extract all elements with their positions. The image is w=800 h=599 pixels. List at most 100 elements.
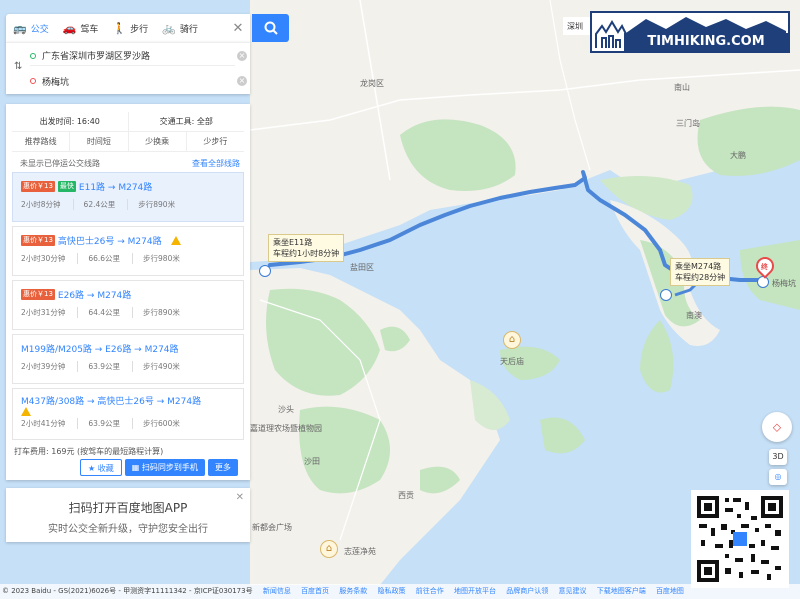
tab-recommended[interactable]: 推荐路线 — [12, 132, 69, 151]
mode-bike[interactable]: 🚲 骑行 — [155, 14, 205, 42]
qr-pattern-icon — [695, 494, 785, 584]
tab-shortest-time[interactable]: 时间短 — [69, 132, 127, 151]
walk-icon: 🚶 — [112, 21, 127, 35]
route-distance: 63.9公里 — [77, 418, 120, 429]
locate-button[interactable]: ◎ — [769, 469, 787, 485]
map-label-nanao: 南澳 — [686, 311, 702, 320]
route-title: M199路/M205路 → E26路 → M274路 — [21, 344, 179, 355]
callout-line: 乘坐M274路 — [675, 262, 722, 271]
favorite-button[interactable]: ★ 收藏 — [80, 459, 122, 476]
route-callout-e11: 乘坐E11路 车程约1小时8分钟 — [268, 234, 345, 262]
route-time: 2小时39分钟 — [21, 362, 66, 371]
route-option[interactable]: M437路/308路 → 高快巴士26号 → M274路 2小时41分钟 63.… — [12, 388, 244, 440]
departure-select[interactable]: 出发时间: 16:40 — [12, 112, 128, 131]
app-promo: 扫码打开百度地图APP 实时公交全新升级，守护您安全出行 ✕ — [6, 488, 250, 542]
start-dot-icon — [30, 52, 36, 59]
route-distance: 62.4公里 — [72, 199, 115, 210]
sort-tabs: 推荐路线 时间短 少换乘 少步行 — [12, 132, 244, 152]
mode-label: 公交 — [30, 24, 49, 35]
footer-link[interactable]: 地图开放平台 — [454, 587, 496, 595]
bus-icon: 🚌 — [13, 21, 27, 35]
mountain-peaks-icon — [626, 17, 786, 33]
route-option[interactable]: M199路/M205路 → E26路 → M274路 2小时39分钟 63.9公… — [12, 334, 244, 384]
tab-less-walking[interactable]: 少步行 — [185, 132, 244, 151]
more-button[interactable]: 更多 — [207, 459, 238, 476]
footer-link[interactable]: 品牌商户认领 — [506, 587, 548, 595]
map-label-sheung: 沙头 — [278, 405, 294, 414]
tab-fewer-transfers[interactable]: 少换乘 — [127, 132, 186, 151]
route-walk: 步行980米 — [132, 253, 180, 264]
footer-link[interactable]: 百度地图 — [656, 587, 684, 595]
route-walk: 步行890米 — [132, 307, 180, 318]
temple-marker-icon[interactable]: ⌂ — [320, 540, 338, 558]
footer-link[interactable]: 服务条款 — [339, 587, 367, 595]
mode-label: 驾车 — [80, 24, 99, 35]
footer-link[interactable]: 下载地图客户端 — [597, 587, 646, 595]
favorite-label: 收藏 — [97, 464, 114, 473]
route-time: 2小时30分钟 — [21, 254, 66, 263]
route-time: 2小时31分钟 — [21, 308, 66, 317]
qr-code — [691, 490, 789, 588]
route-title: 高快巴士26号 → M274路 — [57, 236, 162, 247]
car-icon: 🚗 — [62, 21, 77, 35]
scan-to-phone-button[interactable]: ▦ 扫码同步到手机 — [124, 459, 205, 476]
logo-text: TIMHIKING.COM — [624, 33, 788, 51]
route-walk: 步行890米 — [127, 199, 175, 210]
route-walk: 步行600米 — [132, 418, 180, 429]
footer-link[interactable]: 前往合作 — [416, 587, 444, 595]
end-field[interactable]: 杨梅坑 × — [30, 71, 247, 91]
mountain-logo-icon — [595, 20, 627, 48]
clear-icon[interactable]: × — [237, 76, 247, 86]
swap-icon[interactable]: ⇅ — [14, 61, 22, 72]
transport-select[interactable]: 交通工具: 全部 — [127, 112, 245, 131]
footer-link[interactable]: 百度首页 — [301, 587, 329, 595]
route-title: M437路/308路 → 高快巴士26号 → M274路 — [21, 396, 202, 407]
footer-link[interactable]: 新闻信息 — [263, 587, 291, 595]
route-distance: 64.4公里 — [77, 307, 120, 318]
callout-line: 车程约28分钟 — [675, 273, 726, 282]
mode-bus[interactable]: 🚌 公交 — [6, 14, 56, 42]
mode-walk[interactable]: 🚶 步行 — [105, 14, 155, 42]
footer-copyright: © 2023 Baidu - GS(2021)6026号 - 甲测资字11111… — [2, 587, 253, 595]
bus-stop-icon[interactable] — [259, 265, 271, 277]
view-all-link[interactable]: 查看全部线路 — [192, 158, 240, 169]
route-option[interactable]: 惠价￥13 高快巴士26号 → M274路 2小时30分钟 66.6公里 步行9… — [12, 226, 244, 276]
bike-icon: 🚲 — [162, 21, 176, 35]
route-option[interactable]: 惠价￥13 最快 E11路 → M274路 2小时8分钟 62.4公里 步行89… — [12, 172, 244, 222]
bus-stop-icon[interactable] — [757, 276, 769, 288]
map-label-jordan: 新都会广场 — [252, 523, 292, 532]
map-label-shatin: 沙田 — [304, 457, 320, 466]
action-buttons: ★ 收藏 ▦ 扫码同步到手机 更多 — [80, 459, 238, 476]
close-icon[interactable]: ✕ — [226, 21, 250, 36]
end-value: 杨梅坑 — [42, 77, 70, 88]
app-promo-subtitle: 实时公交全新升级，守护您安全出行 — [48, 524, 208, 535]
mode-car[interactable]: 🚗 驾车 — [56, 14, 106, 42]
notice-text: 未显示已停运公交线路 — [20, 158, 100, 168]
map-label-xigong: 西贡 — [398, 491, 414, 500]
map-search-stub[interactable]: 深圳 — [563, 17, 593, 35]
footer-link[interactable]: 隐私政策 — [378, 587, 406, 595]
compass-control[interactable]: ⬦ — [762, 412, 792, 442]
close-icon[interactable]: ✕ — [236, 492, 244, 503]
route-time: 2小时41分钟 — [21, 419, 66, 428]
temple-marker-icon[interactable]: ⌂ — [503, 331, 521, 349]
clear-icon[interactable]: × — [237, 51, 247, 61]
map-label-tianhou: 天后庙 — [500, 357, 524, 366]
3d-button[interactable]: 3D — [769, 449, 787, 465]
footer-link[interactable]: 意见建议 — [558, 587, 586, 595]
route-walk: 步行490米 — [132, 361, 180, 372]
map-label-longgang: 龙岗区 — [360, 79, 384, 88]
notice-row: 未显示已停运公交线路 查看全部线路 — [6, 152, 250, 170]
route-time: 2小时8分钟 — [21, 200, 61, 209]
footer: © 2023 Baidu - GS(2021)6026号 - 甲测资字11111… — [0, 584, 800, 599]
start-field[interactable]: 广东省深圳市罗湖区罗沙路 × — [30, 46, 247, 66]
search-icon — [264, 21, 278, 35]
map-label-farm: 嘉道理农场暨植物园 — [250, 424, 322, 433]
bus-stop-icon[interactable] — [660, 289, 672, 301]
route-option[interactable]: 惠价￥13 E26路 → M274路 2小时31分钟 64.4公里 步行890米 — [12, 280, 244, 330]
map-app: 龙岗区 南山 三门岛 大鹏 南澳 盐田区 天后庙 沙头 嘉道理农场暨植物园 西贡… — [0, 0, 800, 599]
search-button[interactable] — [252, 14, 289, 42]
fastest-tag: 最快 — [57, 180, 76, 192]
scan-label: 扫码同步到手机 — [141, 463, 198, 472]
map-label-nanshan: 南山 — [674, 83, 690, 92]
